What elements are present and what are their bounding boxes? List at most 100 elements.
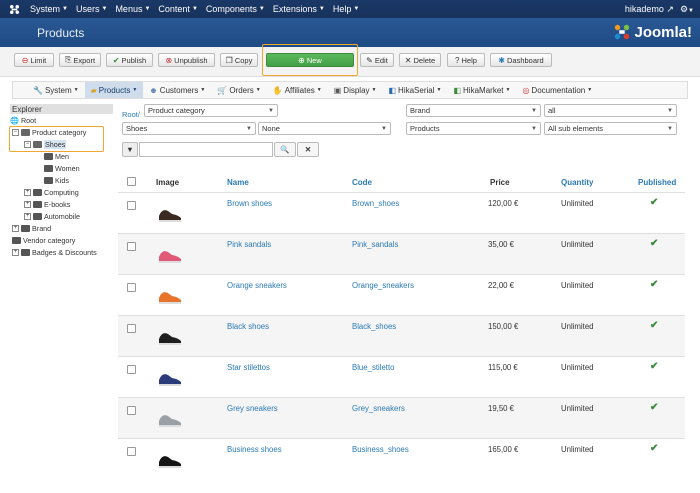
product-name-link[interactable]: Pink sandals bbox=[227, 240, 271, 249]
joomla-icon[interactable] bbox=[6, 0, 22, 18]
edit-button[interactable]: ✎ Edit bbox=[360, 53, 394, 67]
menu-documentation[interactable]: ◎ Documentation ▼ bbox=[516, 82, 598, 98]
row-checkbox[interactable] bbox=[127, 324, 136, 333]
subcategory-select[interactable]: None ▼ bbox=[258, 122, 391, 135]
published-check-icon[interactable]: ✔ bbox=[650, 320, 658, 331]
row-checkbox[interactable] bbox=[127, 283, 136, 292]
row-checkbox[interactable] bbox=[127, 406, 136, 415]
help-button[interactable]: ? Help bbox=[447, 53, 485, 67]
published-check-icon[interactable]: ✔ bbox=[650, 238, 658, 249]
site-link[interactable]: hikademo ↗ bbox=[625, 4, 674, 15]
product-code-link[interactable]: Grey_sneakers bbox=[352, 404, 405, 413]
caret-icon: ▼ bbox=[318, 6, 325, 12]
tree-node-computing[interactable]: + Computing bbox=[24, 188, 79, 197]
product-type-select[interactable]: Products ▼ bbox=[406, 122, 541, 135]
published-check-icon[interactable]: ✔ bbox=[650, 361, 658, 372]
tree-node-root[interactable]: 🌐 Root bbox=[10, 116, 36, 125]
menu-hikamarket[interactable]: ◧ HikaMarket ▼ bbox=[447, 82, 516, 98]
product-code-link[interactable]: Blue_stiletto bbox=[352, 363, 394, 372]
column-header-quantity[interactable]: Quantity bbox=[561, 178, 593, 187]
product-name-link[interactable]: Black shoes bbox=[227, 322, 269, 331]
product-code-link[interactable]: Business_shoes bbox=[352, 445, 409, 454]
topnav-help[interactable]: Help ▼ bbox=[333, 4, 359, 14]
product-name-link[interactable]: Grey sneakers bbox=[227, 404, 278, 413]
menu-customers[interactable]: ☻ Customers ▼ bbox=[143, 82, 211, 98]
product-thumbnail[interactable] bbox=[156, 325, 184, 347]
product-code-link[interactable]: Orange_sneakers bbox=[352, 281, 414, 290]
publish-button[interactable]: ✔ Publish bbox=[106, 53, 153, 67]
gear-icon[interactable]: ⚙▼ bbox=[680, 4, 694, 15]
limit-button[interactable]: ⊖ Limit bbox=[14, 53, 54, 67]
topnav-users[interactable]: Users ▼ bbox=[76, 4, 107, 14]
tree-node-automobile[interactable]: + Automobile bbox=[24, 212, 80, 221]
product-price: 165,00 € bbox=[488, 445, 519, 454]
published-check-icon[interactable]: ✔ bbox=[650, 443, 658, 454]
product-thumbnail[interactable] bbox=[156, 243, 184, 265]
tree-node-men[interactable]: Men bbox=[44, 152, 69, 161]
clear-search-button[interactable]: ✕ bbox=[297, 142, 319, 157]
brand-select[interactable]: Brand ▼ bbox=[406, 104, 541, 117]
filter-toggle-button[interactable]: ▼ bbox=[122, 142, 138, 157]
wrench-icon: 🔧 bbox=[33, 85, 43, 95]
page-title: Products bbox=[37, 26, 85, 40]
explorer-header: Explorer bbox=[10, 104, 113, 114]
published-check-icon[interactable]: ✔ bbox=[650, 402, 658, 413]
tree-node-women[interactable]: Women bbox=[44, 164, 80, 173]
product-thumbnail[interactable] bbox=[156, 366, 184, 388]
topnav-menus[interactable]: Menus ▼ bbox=[115, 4, 150, 14]
published-check-icon[interactable]: ✔ bbox=[650, 197, 658, 208]
tree-node-badges[interactable]: + Badges & Discounts bbox=[12, 248, 97, 257]
menu-system[interactable]: 🔧 System ▼ bbox=[27, 82, 85, 98]
product-thumbnail[interactable] bbox=[156, 448, 184, 470]
search-input[interactable] bbox=[139, 142, 273, 157]
tree-node-kids[interactable]: Kids bbox=[44, 176, 69, 185]
category-select[interactable]: Shoes ▼ bbox=[122, 122, 256, 135]
product-thumbnail[interactable] bbox=[156, 202, 184, 224]
x-circle-icon: ⊗ bbox=[165, 55, 173, 65]
product-code-link[interactable]: Brown_shoes bbox=[352, 199, 399, 208]
tree-node-brand[interactable]: + Brand bbox=[12, 224, 51, 233]
product-code-link[interactable]: Black_shoes bbox=[352, 322, 396, 331]
column-header-published[interactable]: Published bbox=[638, 178, 676, 187]
export-button[interactable]: ⎘ Export bbox=[59, 53, 101, 67]
unpublish-button[interactable]: ⊗ Unpublish bbox=[158, 53, 215, 67]
menu-hikaserial[interactable]: ◧ HikaSerial ▼ bbox=[382, 82, 447, 98]
copy-button[interactable]: ❐ Copy bbox=[220, 53, 258, 67]
tree-highlight bbox=[9, 126, 104, 152]
menu-display[interactable]: ▣ Display ▼ bbox=[328, 82, 383, 98]
product-name-link[interactable]: Business shoes bbox=[227, 445, 282, 454]
product-name-link[interactable]: Brown shoes bbox=[227, 199, 272, 208]
button-label: Delete bbox=[413, 55, 436, 65]
product-thumbnail[interactable] bbox=[156, 284, 184, 306]
row-checkbox[interactable] bbox=[127, 242, 136, 251]
publish-filter-select[interactable]: all ▼ bbox=[544, 104, 677, 117]
menu-affiliates[interactable]: ✋ Affiliates ▼ bbox=[267, 82, 328, 98]
depth-select[interactable]: All sub elements ▼ bbox=[544, 122, 677, 135]
dashboard-button[interactable]: ✱ Dashboard bbox=[490, 53, 552, 67]
delete-button[interactable]: ✕ Delete bbox=[399, 53, 441, 67]
product-name-link[interactable]: Star stilettos bbox=[227, 363, 270, 372]
menu-products[interactable]: ▰ Products ▼ bbox=[84, 82, 144, 98]
breadcrumb-root[interactable]: Root/ bbox=[122, 110, 140, 119]
column-header-name[interactable]: Name bbox=[227, 178, 249, 187]
search-button[interactable]: 🔍 bbox=[274, 142, 296, 157]
topnav-extensions[interactable]: Extensions ▼ bbox=[273, 4, 325, 14]
topnav-system[interactable]: System ▼ bbox=[30, 4, 68, 14]
category-type-select[interactable]: Product category ▼ bbox=[144, 104, 278, 117]
topnav-components[interactable]: Components ▼ bbox=[206, 4, 265, 14]
topnav-content[interactable]: Content ▼ bbox=[158, 4, 197, 14]
product-name-link[interactable]: Orange sneakers bbox=[227, 281, 287, 290]
expand-icon: + bbox=[24, 189, 31, 196]
product-code-link[interactable]: Pink_sandals bbox=[352, 240, 398, 249]
menu-orders[interactable]: 🛒 Orders ▼ bbox=[211, 82, 266, 98]
tree-node-ebooks[interactable]: + E-books bbox=[24, 200, 70, 209]
row-checkbox[interactable] bbox=[127, 365, 136, 374]
column-header-code[interactable]: Code bbox=[352, 178, 372, 187]
select-value: all bbox=[548, 106, 556, 115]
product-thumbnail[interactable] bbox=[156, 407, 184, 429]
select-all-checkbox[interactable] bbox=[127, 177, 136, 186]
tree-node-vendor-category[interactable]: Vendor category bbox=[12, 236, 75, 245]
row-checkbox[interactable] bbox=[127, 447, 136, 456]
published-check-icon[interactable]: ✔ bbox=[650, 279, 658, 290]
row-checkbox[interactable] bbox=[127, 201, 136, 210]
